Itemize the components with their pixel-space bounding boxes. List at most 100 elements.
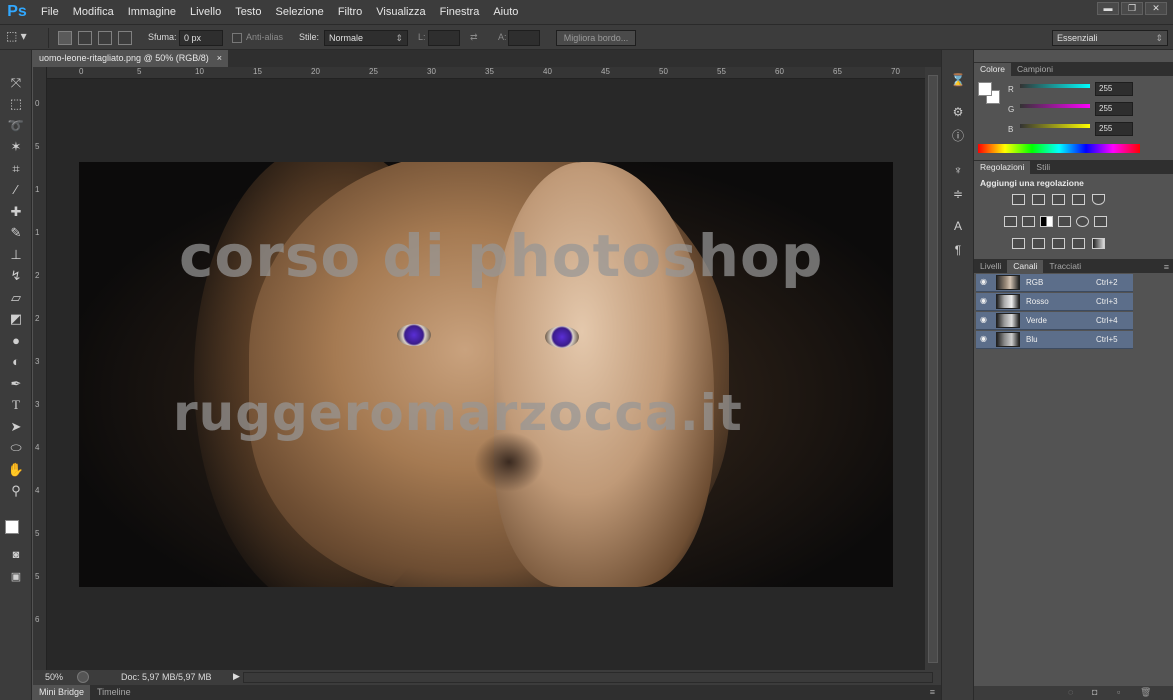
crop-tool-icon[interactable]: ⌗ <box>6 160 26 178</box>
menu-modifica[interactable]: Modifica <box>66 0 121 24</box>
screen-mode-icon[interactable]: ▣ <box>6 568 26 586</box>
vibrance-icon[interactable] <box>1092 194 1105 205</box>
horizontal-scrollbar[interactable] <box>243 672 933 683</box>
new-selection-icon[interactable] <box>58 31 72 45</box>
photo-filter-icon[interactable] <box>1058 216 1071 227</box>
channel-mixer-icon[interactable] <box>1076 216 1089 227</box>
minimize-button[interactable]: ▬ <box>1097 2 1119 15</box>
menu-livello[interactable]: Livello <box>183 0 228 24</box>
hue-saturation-icon[interactable] <box>1004 216 1017 227</box>
tab-regolazioni[interactable]: Regolazioni <box>974 161 1031 174</box>
width-input[interactable] <box>428 30 460 46</box>
menu-testo[interactable]: Testo <box>228 0 268 24</box>
g-value-field[interactable]: 255 <box>1095 102 1133 116</box>
move-tool-icon[interactable]: ⤧ <box>6 74 26 92</box>
channel-row-rosso[interactable]: ◉ Rosso Ctrl+3 <box>976 293 1133 311</box>
menu-aiuto[interactable]: Aiuto <box>486 0 525 24</box>
vertical-scrollbar[interactable] <box>925 67 941 670</box>
tab-canali[interactable]: Canali <box>1007 260 1044 273</box>
color-lookup-icon[interactable] <box>1094 216 1107 227</box>
pen-tool-icon[interactable]: ✒ <box>6 375 26 393</box>
tab-tracciati[interactable]: Tracciati <box>1043 260 1087 273</box>
tab-mini-bridge[interactable]: Mini Bridge <box>33 685 91 700</box>
foreground-color-swatch[interactable] <box>5 520 19 534</box>
panel-menu-icon[interactable]: ≡ <box>930 687 935 697</box>
restore-button[interactable]: ❐ <box>1121 2 1143 15</box>
g-slider[interactable] <box>1020 104 1090 108</box>
color-balance-icon[interactable] <box>1022 216 1035 227</box>
tab-stili[interactable]: Stili <box>1030 161 1056 174</box>
selective-color-icon[interactable] <box>1072 238 1085 249</box>
brightness-contrast-icon[interactable] <box>1012 194 1025 205</box>
black-white-icon[interactable] <box>1040 216 1053 227</box>
scroll-thumb[interactable] <box>928 75 938 663</box>
brush-tool-icon[interactable]: ✎ <box>6 224 26 242</box>
properties-panel-icon[interactable]: ⚙ <box>950 104 966 120</box>
visibility-eye-icon[interactable]: ◉ <box>980 315 987 324</box>
tab-campioni[interactable]: Campioni <box>1011 63 1059 76</box>
add-selection-icon[interactable] <box>78 31 92 45</box>
r-value-field[interactable]: 255 <box>1095 82 1133 96</box>
blur-tool-icon[interactable]: ● <box>6 332 26 350</box>
antialias-checkbox[interactable] <box>232 33 242 43</box>
paint-bucket-tool-icon[interactable]: ◩ <box>6 310 26 328</box>
ellipse-tool-icon[interactable]: ⬭ <box>6 439 26 457</box>
character-panel-icon[interactable]: A <box>950 218 966 234</box>
tab-colore[interactable]: Colore <box>974 63 1012 76</box>
levels-icon[interactable] <box>1032 194 1045 205</box>
color-spectrum[interactable] <box>978 144 1140 153</box>
b-value-field[interactable]: 255 <box>1095 122 1133 136</box>
zoom-level[interactable]: 50% <box>45 672 63 682</box>
close-window-button[interactable]: ✕ <box>1145 2 1167 15</box>
path-selection-tool-icon[interactable]: ➤ <box>6 418 26 436</box>
delete-channel-icon[interactable]: 🗑 <box>1140 687 1151 698</box>
tool-presets-panel-icon[interactable]: ≑ <box>950 186 966 202</box>
hand-tool-icon[interactable]: ✋ <box>6 461 26 479</box>
brush-panel-icon[interactable]: ♆ <box>950 162 966 178</box>
save-selection-icon[interactable]: ◘ <box>1092 687 1097 697</box>
tab-timeline[interactable]: Timeline <box>91 685 137 700</box>
document-tab[interactable]: uomo-leone-ritagliato.png @ 50% (RGB/8) … <box>33 50 228 67</box>
close-tab-icon[interactable]: × <box>217 50 222 67</box>
visibility-eye-icon[interactable]: ◉ <box>980 296 987 305</box>
menu-selezione[interactable]: Selezione <box>268 0 330 24</box>
workspace-select[interactable]: Essenziali ⇕ <box>1052 30 1168 46</box>
new-channel-icon[interactable]: ▫ <box>1117 687 1120 697</box>
type-tool-icon[interactable]: T <box>6 396 26 414</box>
lasso-tool-icon[interactable]: ➰ <box>6 117 26 135</box>
dodge-tool-icon[interactable]: ◐ <box>6 353 26 371</box>
history-brush-tool-icon[interactable]: ↯ <box>6 267 26 285</box>
channels-menu-icon[interactable]: ≡ <box>1164 262 1169 272</box>
load-selection-icon[interactable]: ◌ <box>1068 687 1073 697</box>
height-input[interactable] <box>508 30 540 46</box>
status-menu-arrow-icon[interactable]: ▶ <box>233 671 240 682</box>
info-panel-icon[interactable]: ⓘ <box>950 128 966 144</box>
healing-brush-tool-icon[interactable]: ✚ <box>6 203 26 221</box>
paragraph-panel-icon[interactable]: ¶ <box>950 242 966 258</box>
channel-row-rgb[interactable]: ◉ RGB Ctrl+2 <box>976 274 1133 292</box>
invert-icon[interactable] <box>1012 238 1025 249</box>
intersect-selection-icon[interactable] <box>118 31 132 45</box>
status-info-icon[interactable] <box>77 671 89 683</box>
visibility-eye-icon[interactable]: ◉ <box>980 277 987 286</box>
magic-wand-tool-icon[interactable]: ✶ <box>6 138 26 156</box>
menu-filtro[interactable]: Filtro <box>331 0 369 24</box>
feather-input[interactable]: 0 px <box>179 30 223 46</box>
zoom-tool-icon[interactable]: ⚲ <box>6 482 26 500</box>
menu-visualizza[interactable]: Visualizza <box>369 0 432 24</box>
clone-stamp-tool-icon[interactable]: ⊥ <box>6 246 26 264</box>
channel-row-blu[interactable]: ◉ Blu Ctrl+5 <box>976 331 1133 349</box>
swap-icon[interactable]: ⇄ <box>470 32 478 43</box>
menu-immagine[interactable]: Immagine <box>121 0 183 24</box>
menu-file[interactable]: File <box>34 0 66 24</box>
visibility-eye-icon[interactable]: ◉ <box>980 334 987 343</box>
marquee-preset-icon[interactable]: ⬚ ▾ <box>6 29 36 47</box>
eraser-tool-icon[interactable]: ▱ <box>6 289 26 307</box>
exposure-icon[interactable] <box>1072 194 1085 205</box>
threshold-icon[interactable] <box>1052 238 1065 249</box>
quick-mask-icon[interactable]: ◙ <box>6 546 26 564</box>
channel-row-verde[interactable]: ◉ Verde Ctrl+4 <box>976 312 1133 330</box>
r-slider[interactable] <box>1020 84 1090 88</box>
color-foreground-swatch[interactable] <box>978 82 992 96</box>
eyedropper-tool-icon[interactable]: ⁄ <box>6 181 26 199</box>
